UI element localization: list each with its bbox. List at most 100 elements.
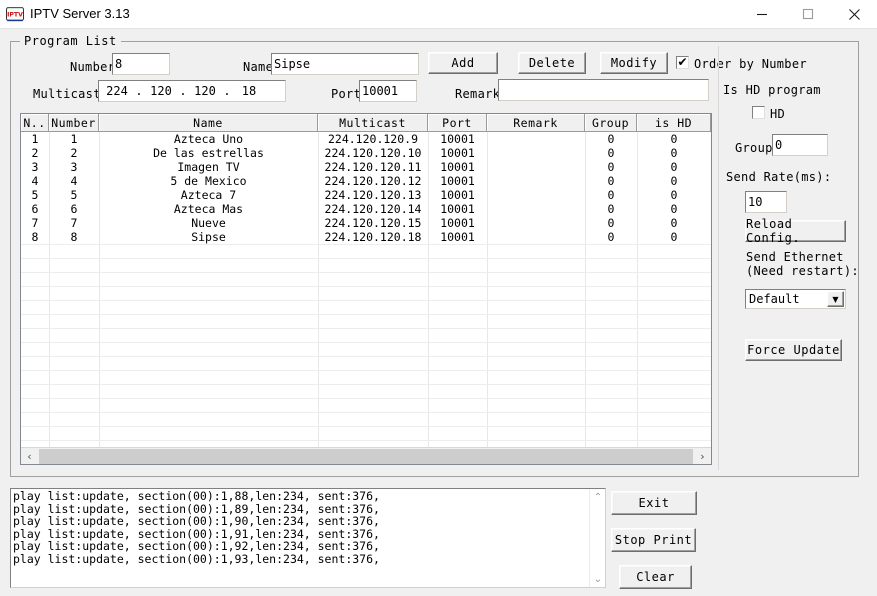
multicast-octet-1[interactable]: 224 (99, 84, 135, 98)
cell-ishd: 0 (670, 174, 678, 188)
cell-multicast: 224.120.120.18 (324, 230, 422, 244)
table-row[interactable]: 1 1 Azteca Uno 224.120.120.9 10001 0 0 (21, 132, 711, 146)
cell-group: 0 (607, 188, 615, 202)
column-header-ishd[interactable]: is HD (637, 114, 711, 131)
cell-multicast: 224.120.120.9 (327, 132, 418, 146)
cell-n: 3 (31, 160, 39, 174)
group-input[interactable] (772, 134, 828, 156)
scroll-left-arrow-icon[interactable]: ‹ (21, 448, 38, 465)
column-header-n[interactable]: N.. (21, 114, 49, 131)
scroll-up-arrow-icon[interactable]: ⌃ (590, 489, 605, 505)
column-header-name[interactable]: Name (99, 114, 318, 131)
log-output[interactable]: play list:update, section(00):1,88,len:2… (10, 488, 606, 588)
table-row[interactable]: 8 8 Sipse 224.120.120.18 10001 0 0 (21, 230, 711, 244)
grid-hline (21, 398, 711, 399)
multicast-octet-3[interactable]: 120 (187, 84, 223, 98)
column-header-group[interactable]: Group (585, 114, 637, 131)
column-header-port[interactable]: Port (428, 114, 487, 131)
cell-multicast: 224.120.120.12 (324, 174, 422, 188)
cell-remark (487, 216, 585, 230)
number-label: Number (70, 60, 116, 74)
multicast-dot-1: . (135, 84, 143, 98)
multicast-ip-input[interactable]: 224 . 120 . 120 . 18 (98, 80, 286, 102)
cell-port: 10001 (440, 160, 475, 174)
cell-group: 0 (607, 230, 615, 244)
cell-remark (487, 230, 585, 244)
cell-number: 7 (70, 216, 78, 230)
grid-hline (21, 384, 711, 385)
cell-group: 0 (607, 202, 615, 216)
cell-number: 6 (70, 202, 78, 216)
grid-hline (21, 342, 711, 343)
stop-print-button[interactable]: Stop Print (611, 528, 696, 552)
iptv-logo-icon: IPTV (6, 5, 24, 23)
delete-button[interactable]: Delete (518, 52, 586, 74)
grid-hline (21, 328, 711, 329)
cell-port: 10001 (440, 146, 475, 160)
order-by-number-checkbox[interactable]: ✔ (676, 56, 689, 69)
scroll-right-arrow-icon[interactable]: › (694, 448, 711, 465)
cell-group: 0 (607, 146, 615, 160)
maximize-button[interactable] (785, 0, 831, 28)
ethernet-select[interactable]: Default ▼ (745, 289, 846, 309)
cell-multicast: 224.120.120.11 (324, 160, 422, 174)
table-row[interactable]: 5 5 Azteca 7 224.120.120.13 10001 0 0 (21, 188, 711, 202)
cell-remark (487, 174, 585, 188)
port-input[interactable] (359, 80, 417, 102)
reload-config-button[interactable]: Reload Config. (745, 217, 846, 245)
number-input[interactable] (112, 53, 170, 75)
log-vertical-scrollbar[interactable]: ⌃ ⌄ (589, 489, 605, 587)
column-header-remark[interactable]: Remark (487, 114, 585, 131)
multicast-label: Multicast (33, 87, 101, 101)
cell-name: 5 de Mexico (170, 174, 247, 188)
grid-hline (21, 286, 711, 287)
cell-n: 4 (31, 174, 39, 188)
send-ethernet-label-line2: (Need restart): (746, 264, 859, 278)
horizontal-scrollbar[interactable]: ‹ › (21, 447, 711, 464)
order-by-number-label: Order by Number (694, 57, 807, 71)
cell-group: 0 (607, 216, 615, 230)
panel-divider (718, 46, 719, 470)
cell-group: 0 (607, 132, 615, 146)
table-row[interactable]: 6 6 Azteca Mas 224.120.120.14 10001 0 0 (21, 202, 711, 216)
is-hd-program-label: Is HD program (723, 83, 821, 97)
cell-number: 5 (70, 188, 78, 202)
force-update-button[interactable]: Force Update (745, 339, 842, 361)
table-body[interactable]: 1 1 Azteca Uno 224.120.120.9 10001 0 0 2 2 De las… (21, 132, 711, 448)
remark-input[interactable] (498, 79, 709, 101)
grid-hline (21, 258, 711, 259)
cell-ishd: 0 (670, 132, 678, 146)
cell-n: 7 (31, 216, 39, 230)
table-row[interactable]: 7 7 Nueve 224.120.120.15 10001 0 0 (21, 216, 711, 230)
column-header-number[interactable]: Number (49, 114, 99, 131)
exit-button[interactable]: Exit (611, 491, 697, 515)
name-input[interactable] (271, 53, 419, 75)
cell-n: 2 (31, 146, 39, 160)
table-row[interactable]: 4 4 5 de Mexico 224.120.120.12 10001 0 0 (21, 174, 711, 188)
send-rate-input[interactable] (745, 191, 787, 213)
minimize-button[interactable] (739, 0, 785, 28)
horizontal-scrollbar-thumb[interactable] (39, 448, 693, 464)
grid-hline (21, 300, 711, 301)
cell-port: 10001 (440, 132, 475, 146)
clear-button[interactable]: Clear (619, 565, 692, 589)
log-text: play list:update, section(00):1,88,len:2… (13, 489, 380, 566)
chevron-down-icon[interactable]: ▼ (827, 291, 844, 307)
grid-hline (21, 370, 711, 371)
cell-name: Azteca Uno (173, 132, 244, 146)
cell-ishd: 0 (670, 188, 678, 202)
column-header-multicast[interactable]: Multicast (318, 114, 428, 131)
add-button[interactable]: Add (428, 52, 498, 74)
hd-checkbox[interactable] (752, 106, 765, 119)
multicast-octet-4[interactable]: 18 (231, 84, 267, 98)
table-row[interactable]: 2 2 De las estrellas 224.120.120.10 10001 0 0 (21, 146, 711, 160)
program-list-table[interactable]: N.. Number Name Multicast Port Remark Group is … (20, 113, 712, 465)
scroll-down-arrow-icon[interactable]: ⌄ (590, 571, 605, 587)
modify-button[interactable]: Modify (600, 52, 668, 74)
multicast-octet-2[interactable]: 120 (143, 84, 179, 98)
cell-n: 1 (31, 132, 39, 146)
close-button[interactable] (831, 0, 877, 28)
table-row[interactable]: 3 3 Imagen TV 224.120.120.11 10001 0 0 (21, 160, 711, 174)
multicast-dot-2: . (179, 84, 187, 98)
send-rate-label: Send Rate(ms): (726, 170, 832, 184)
